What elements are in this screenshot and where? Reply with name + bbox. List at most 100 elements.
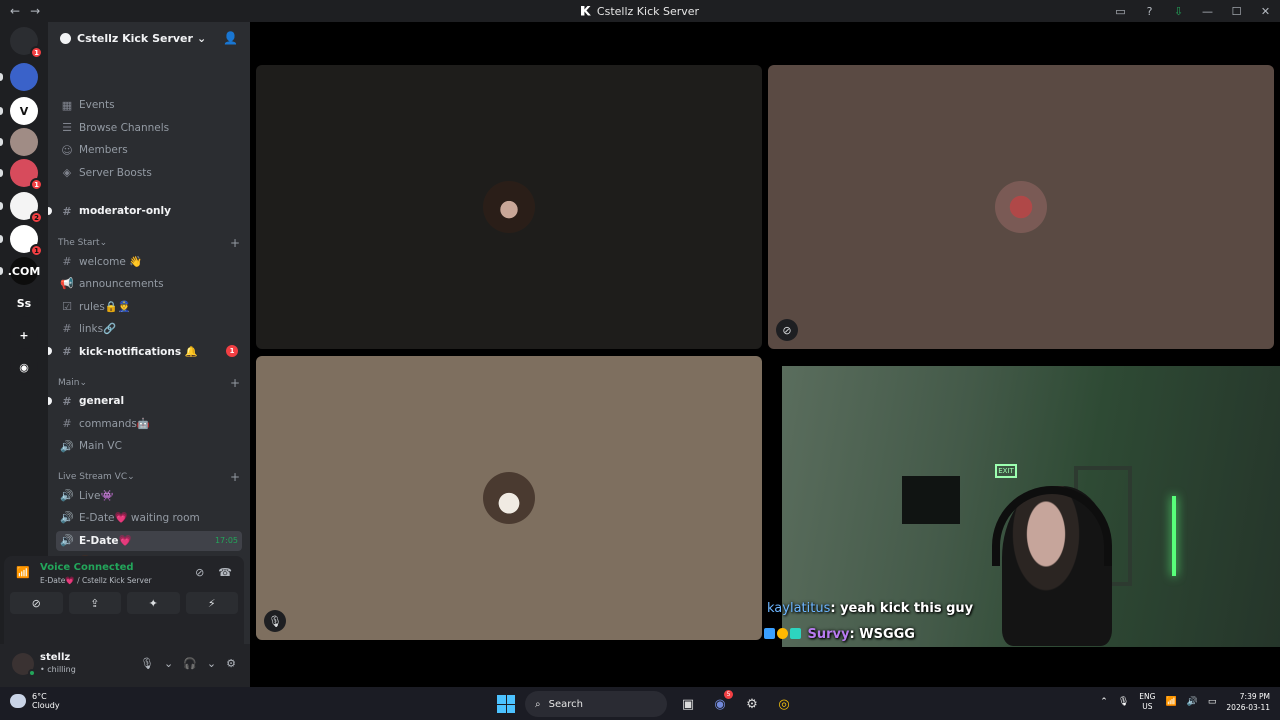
channel-item[interactable]: 📢 announcements [56, 274, 242, 294]
taskbar-search[interactable]: ⌕ Search [525, 691, 667, 717]
menu-item-server-boosts[interactable]: ◈ Server Boosts [56, 163, 242, 183]
start-button-icon[interactable] [497, 695, 515, 713]
wifi-icon[interactable]: 📶 [1165, 697, 1176, 707]
close-button[interactable]: ✕ [1251, 5, 1280, 18]
channel-label: Main VC [79, 440, 122, 452]
voice-timer: 17:05 [214, 536, 238, 545]
microphone-icon[interactable]: 🎙 [1118, 697, 1129, 707]
activities-button[interactable]: ✦ [127, 592, 180, 614]
battery-icon[interactable]: ▭ [1208, 697, 1217, 707]
chevron-down-icon[interactable]: ⌄ [164, 657, 173, 670]
minimize-button[interactable]: — [1193, 5, 1222, 18]
noise-suppression-icon[interactable]: ⊘ [195, 566, 204, 579]
channel-label: E-Date💗 waiting room [79, 512, 200, 524]
channel-item[interactable]: ☑ rules🔒👮 [56, 296, 242, 316]
add-channel-icon[interactable]: + [230, 376, 240, 390]
channel-label: Members [79, 144, 128, 156]
mention-badge: 1 [30, 178, 43, 191]
server-icon-server-6[interactable]: 1 [10, 225, 43, 257]
category-header[interactable]: Main ⌄ + [58, 376, 240, 390]
voice-status[interactable]: Voice Connected [40, 562, 134, 573]
category-header[interactable]: The Start ⌄ + [58, 236, 240, 250]
channel-type-icon: # [62, 394, 72, 408]
channel-moderator-only[interactable]: # moderator-only [48, 201, 242, 221]
microphone-icon[interactable]: 🎙 [140, 657, 154, 670]
mention-badge: 1 [30, 46, 43, 59]
channel-item[interactable]: # welcome 👋 [56, 251, 242, 271]
username[interactable]: stellz [40, 652, 70, 663]
add-channel-icon[interactable]: + [230, 470, 240, 484]
language-indicator[interactable]: ENG US [1139, 692, 1155, 712]
channel-item[interactable]: 🔊 E-Date💗 waiting room [56, 508, 242, 528]
menu-item-browse-channels[interactable]: ☰ Browse Channels [56, 118, 242, 138]
menu-item-events[interactable]: ▦ Events [56, 95, 242, 115]
chevron-down-icon[interactable]: ⌄ [207, 657, 216, 670]
participant-tile-2[interactable]: ⊘ [768, 65, 1274, 349]
server-icon-home[interactable]: 1 [10, 27, 43, 59]
weather-desc: Cloudy [32, 701, 60, 710]
camera-off-button[interactable]: ⊘ [10, 592, 63, 614]
channel-item[interactable]: # commands🤖 [56, 414, 242, 434]
chat-username: Survy [807, 627, 850, 642]
server-icon-server-4[interactable]: 1 [10, 159, 43, 191]
title-bar: ← → Cstellz Kick Server ▭ ? ⇩ — ☐ ✕ [0, 0, 1280, 22]
avatar[interactable] [12, 653, 36, 677]
window-title: Cstellz Kick Server [0, 5, 1280, 18]
server-icon-add-server[interactable]: + [10, 321, 38, 349]
clock[interactable]: 7:39 PM 2026-03-11 [1226, 691, 1270, 713]
share-screen-button[interactable]: ⇪ [68, 592, 121, 614]
unread-pill [0, 267, 3, 275]
discord-badge: 5 [724, 690, 733, 699]
chrome-icon[interactable]: ◎ [773, 693, 795, 715]
channel-item[interactable]: # general [48, 391, 242, 411]
participant-tile-3[interactable]: 🎙 [256, 356, 762, 640]
cloud-icon [10, 694, 26, 708]
volume-icon[interactable]: 🔊 [1187, 697, 1198, 707]
participant-avatar [483, 181, 535, 233]
mention-badge: 1 [30, 244, 43, 257]
server-icon-server-8[interactable]: Ss [10, 289, 38, 317]
invite-people-icon[interactable]: 👤 [223, 31, 238, 45]
discord-taskbar-icon[interactable]: ◉ 5 [709, 690, 733, 715]
task-view-icon[interactable]: ▣ [677, 693, 699, 715]
weather-widget[interactable]: 6°C Cloudy [10, 692, 60, 710]
settings-gear-icon[interactable]: ⚙ [226, 657, 236, 670]
chat-message: : WSGGG [849, 627, 915, 642]
chat-overlay-line-2: Survy: WSGGG [764, 627, 915, 642]
channel-item[interactable]: 🔊 Live👾 [56, 485, 242, 505]
disconnect-icon[interactable]: ☎ [218, 566, 232, 579]
category-header[interactable]: Live Stream VC ⌄ + [58, 470, 240, 484]
add-channel-icon[interactable]: + [230, 236, 240, 250]
server-icon-server-1[interactable] [10, 63, 38, 91]
server-icon-server-7[interactable]: .COM [7, 257, 41, 285]
server-icon-discover[interactable]: ◉ [10, 353, 38, 381]
soundboard-button[interactable]: ⚡ [185, 592, 238, 614]
forward-arrow-icon[interactable]: → [30, 4, 40, 18]
menu-item-members[interactable]: ☺ Members [56, 140, 242, 160]
server-icon-server-3[interactable] [10, 128, 38, 156]
back-arrow-icon[interactable]: ← [10, 4, 20, 18]
server-header[interactable]: Cstellz Kick Server ⌄ 👤 [48, 22, 250, 54]
server-icon-server-5[interactable]: 2 [10, 192, 43, 224]
tv-on-wall [902, 476, 960, 524]
channel-type-icon: ☺ [61, 143, 73, 157]
headphones-icon[interactable]: 🎧 [183, 657, 197, 670]
channel-item[interactable]: # kick-notifications 🔔 1 [48, 341, 242, 361]
server-icon-server-2[interactable]: V [10, 97, 38, 125]
channel-label: moderator-only [79, 205, 171, 217]
channel-item[interactable]: # links🔗 [56, 319, 242, 339]
chevron-up-icon[interactable]: ⌃ [1100, 697, 1108, 707]
signal-icon[interactable]: 📶 [16, 566, 30, 579]
channel-item[interactable]: 🔊 E-Date💗 17:05 [56, 530, 242, 551]
maximize-button[interactable]: ☐ [1222, 5, 1251, 18]
participant-tile-1[interactable] [256, 65, 762, 349]
channel-label: E-Date💗 [79, 535, 132, 547]
screen-share-icon[interactable]: ▭ [1106, 5, 1135, 18]
unread-pill [0, 202, 3, 210]
app-icon[interactable]: ⚙ [741, 693, 763, 715]
help-icon[interactable]: ? [1135, 5, 1164, 18]
download-icon[interactable]: ⇩ [1164, 5, 1193, 18]
channel-item[interactable]: 🔊 Main VC [56, 436, 242, 456]
server-label: .COM [7, 264, 41, 278]
badge-icon [764, 628, 775, 639]
